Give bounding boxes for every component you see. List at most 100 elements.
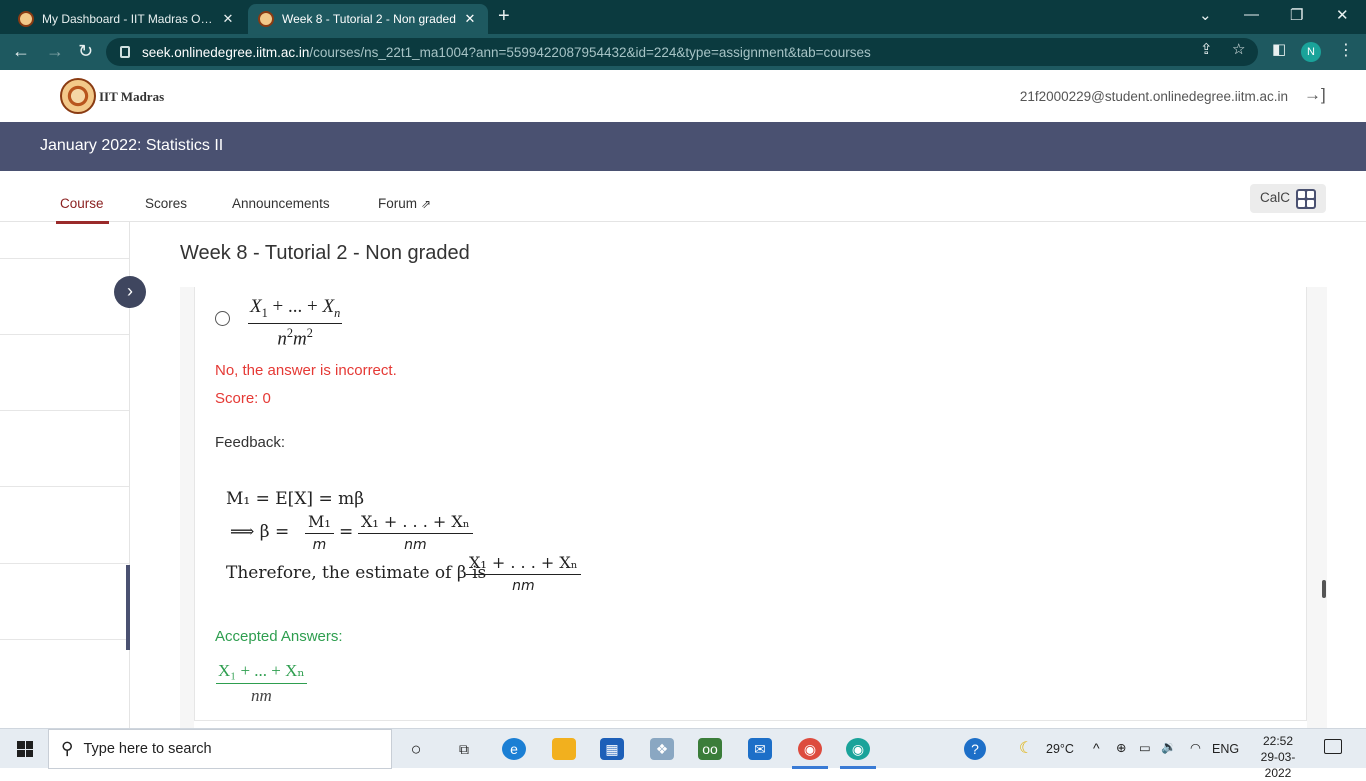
tripadvisor-icon[interactable]: oo <box>698 738 722 760</box>
sidebar-item[interactable] <box>0 641 129 728</box>
profile-avatar[interactable]: N <box>1301 42 1321 62</box>
card-gutter <box>180 287 194 728</box>
logout-icon[interactable]: →] <box>1304 85 1326 105</box>
meet-now-icon[interactable]: ⊕ <box>1116 740 1126 755</box>
taskbar-search-input[interactable]: ⚲ Type here to search <box>48 729 392 769</box>
edge-browser-icon[interactable]: e <box>502 738 526 760</box>
tab-forum[interactable]: Forum ⇗ <box>378 196 431 211</box>
iitm-favicon-icon <box>18 11 34 27</box>
tab-course[interactable]: Course <box>60 196 104 211</box>
volume-icon[interactable]: 🔉 <box>1161 740 1177 755</box>
score-text: Score: 0 <box>215 390 271 407</box>
tab-title: My Dashboard - IIT Madras Onlin <box>42 12 214 26</box>
course-nav: Course Scores Announcements Forum ⇗ CalC <box>0 171 1366 224</box>
share-icon[interactable]: ⇪ <box>1200 40 1213 58</box>
feedback-conclusion: Therefore, the estimate of β is <box>226 563 487 583</box>
iitm-favicon-icon <box>258 11 274 27</box>
sidebar-item[interactable] <box>0 488 129 564</box>
sidebar-item[interactable] <box>0 222 129 259</box>
chrome-icon[interactable]: ◉ <box>798 738 822 760</box>
reload-icon[interactable]: ↻ <box>78 41 93 61</box>
windows-taskbar: ⚲ Type here to search ○ ⧉ e ▦ ❖ oo ✉ ◉ ◉… <box>0 728 1366 780</box>
tab-week8-tutorial[interactable]: Week 8 - Tutorial 2 - Non graded ✕ <box>248 4 488 34</box>
accepted-answer-formula: X₁ + ... + Xₙ nm <box>216 661 307 705</box>
logo-text[interactable]: IIT Madras <box>99 89 164 105</box>
show-hidden-icons-chevron-icon[interactable]: ^ <box>1093 740 1100 756</box>
feedback-fraction-3: X₁ + . . . + Xₙ nm <box>466 553 581 594</box>
search-placeholder: Type here to search <box>83 741 212 757</box>
sidebar-item[interactable] <box>0 335 129 411</box>
sidebar-item[interactable] <box>0 411 129 487</box>
forward-arrow-icon[interactable]: → <box>46 41 64 61</box>
feedback-equation-1: M₁ = E[X] = mβ <box>226 489 365 509</box>
language-indicator[interactable]: ENG <box>1212 742 1239 756</box>
tab-forum-label: Forum <box>378 196 418 211</box>
calculator-label: CalC <box>1260 190 1291 205</box>
week-sidebar <box>0 222 130 728</box>
calculator-button[interactable]: CalC <box>1250 184 1326 213</box>
answer-option-formula: X1 + ... + Xn n2m2 <box>248 296 343 350</box>
user-email: 21f2000229@student.onlinedegree.iitm.ac.… <box>1019 89 1288 104</box>
close-icon[interactable]: ✕ <box>220 11 236 27</box>
expand-sidebar-chevron-icon[interactable]: › <box>114 276 146 308</box>
tab-announcements[interactable]: Announcements <box>232 196 330 211</box>
notifications-icon[interactable] <box>1324 739 1342 754</box>
bookmark-star-icon[interactable]: ☆ <box>1232 40 1245 58</box>
file-explorer-icon[interactable] <box>552 738 576 760</box>
tab-title: Week 8 - Tutorial 2 - Non graded <box>282 12 456 26</box>
battery-icon[interactable]: ▭ <box>1139 740 1151 755</box>
more-options-icon[interactable]: ⋮ <box>1338 40 1354 60</box>
restore-icon[interactable]: ❐ <box>1290 6 1303 24</box>
cortana-icon[interactable]: ○ <box>404 738 428 760</box>
task-view-icon[interactable]: ⧉ <box>452 738 476 760</box>
tab-my-dashboard[interactable]: My Dashboard - IIT Madras Onlin ✕ <box>8 4 246 34</box>
sidebar-item[interactable] <box>0 259 129 335</box>
minimize-icon[interactable]: — <box>1244 6 1259 23</box>
feedback-fraction-2: X₁ + . . . + Xₙ nm <box>358 512 473 553</box>
feedback-fraction-1: M₁ m <box>305 512 334 553</box>
side-panel-icon[interactable]: ◧ <box>1272 40 1286 58</box>
dropbox-icon[interactable]: ❖ <box>650 738 674 760</box>
taskbar-clock[interactable]: 22:52 29-03-2022 <box>1248 733 1308 781</box>
store-icon[interactable]: ▦ <box>600 738 624 760</box>
lock-icon <box>120 46 130 58</box>
course-banner: January 2022: Statistics II <box>0 122 1366 171</box>
answer-option-radio[interactable] <box>215 311 230 326</box>
windows-start-icon[interactable] <box>17 741 33 757</box>
browser-tab-strip: My Dashboard - IIT Madras Onlin ✕ Week 8… <box>0 0 1366 34</box>
iitm-logo-icon[interactable] <box>60 78 96 114</box>
feedback-equals: = <box>339 522 354 542</box>
url-host: seek.onlinedegree.iitm.ac.in <box>142 44 310 60</box>
url-path: /courses/ns_22t1_ma1004?ann=559942208795… <box>309 44 871 60</box>
tab-scores[interactable]: Scores <box>145 196 187 211</box>
site-header: IIT Madras 21f2000229@student.onlinedegr… <box>0 70 1366 122</box>
calculator-icon <box>1296 189 1316 209</box>
mail-icon[interactable]: ✉ <box>748 738 772 760</box>
scrollbar-thumb[interactable] <box>1322 580 1326 598</box>
window-close-icon[interactable]: ✕ <box>1336 6 1349 24</box>
wifi-icon[interactable]: ◠ <box>1190 740 1201 755</box>
close-icon[interactable]: ✕ <box>462 11 478 27</box>
weather-moon-icon[interactable]: ☾ <box>1014 738 1038 760</box>
sidebar-active-marker <box>126 565 130 650</box>
sidebar-item-active[interactable] <box>0 564 129 640</box>
weather-temperature[interactable]: 29°C <box>1046 742 1074 756</box>
tab-search-chevron-icon[interactable]: ⌄ <box>1199 6 1212 24</box>
back-arrow-icon[interactable]: ← <box>12 41 30 61</box>
accepted-answers-label: Accepted Answers: <box>215 628 343 645</box>
help-icon[interactable]: ? <box>964 738 986 760</box>
browser-toolbar: ← → ↻ seek.onlinedegree.iitm.ac.in /cour… <box>0 34 1366 70</box>
feedback-label: Feedback: <box>215 434 286 451</box>
clock-date: 29-03-2022 <box>1260 750 1296 780</box>
new-tab-icon[interactable]: + <box>498 5 510 28</box>
clock-time: 22:52 <box>1262 734 1294 748</box>
course-title: January 2022: Statistics II <box>40 137 224 154</box>
external-link-icon: ⇗ <box>421 197 432 211</box>
chrome-profile-icon[interactable]: ◉ <box>846 738 870 760</box>
feedback-implies: ⟹ β = <box>230 522 290 542</box>
url-bar[interactable]: seek.onlinedegree.iitm.ac.in /courses/ns… <box>106 38 1258 66</box>
search-icon: ⚲ <box>61 739 74 758</box>
card-gutter <box>1307 287 1327 728</box>
result-message: No, the answer is incorrect. <box>215 362 397 379</box>
assignment-title: Week 8 - Tutorial 2 - Non graded <box>180 242 470 264</box>
